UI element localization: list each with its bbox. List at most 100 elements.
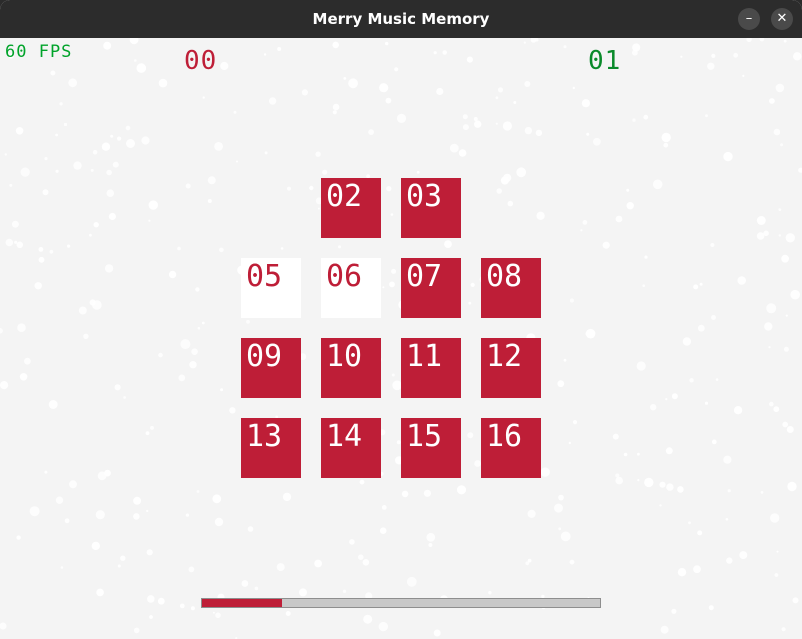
- snowflake: [133, 627, 140, 634]
- tile-14[interactable]: 14: [321, 418, 381, 478]
- snowflake: [793, 52, 802, 61]
- snowflake: [4, 153, 8, 156]
- tile-03[interactable]: 03: [401, 178, 461, 238]
- snowflake: [416, 170, 420, 174]
- snowflake: [16, 241, 24, 249]
- snowflake: [632, 118, 636, 122]
- snowflake: [626, 202, 634, 210]
- tile-09[interactable]: 09: [241, 338, 301, 398]
- snowflake: [202, 96, 205, 99]
- snowflake: [195, 287, 200, 292]
- tile-10[interactable]: 10: [321, 338, 381, 398]
- tile-12[interactable]: 12: [481, 338, 541, 398]
- tile-02[interactable]: 02: [321, 178, 381, 238]
- snowflake: [16, 535, 21, 540]
- snowflake: [433, 51, 437, 55]
- snowflake: [197, 326, 201, 330]
- snowflake: [697, 324, 705, 332]
- snowflake: [157, 597, 165, 605]
- tile-16[interactable]: 16: [481, 418, 541, 478]
- snowflake: [711, 53, 716, 58]
- snowflake: [20, 167, 30, 177]
- snowflake: [569, 559, 575, 565]
- snowflake: [314, 559, 322, 568]
- snowflake: [699, 282, 703, 286]
- snowflake: [125, 125, 131, 131]
- snowflake: [379, 527, 387, 534]
- snowflake: [363, 614, 373, 624]
- snowflake: [379, 83, 389, 93]
- snowflake: [385, 41, 389, 46]
- snowflake: [104, 469, 111, 477]
- snowflake: [280, 247, 284, 250]
- snowflake: [247, 526, 254, 532]
- snowflake: [643, 114, 649, 120]
- snowflake: [401, 490, 409, 498]
- snowflake: [207, 176, 216, 185]
- snowflake: [602, 241, 610, 249]
- snowflake: [191, 348, 198, 356]
- snowflake: [560, 531, 571, 542]
- snowflake: [158, 352, 163, 358]
- snowflake: [276, 563, 285, 572]
- snowflake: [285, 611, 291, 616]
- snowflake: [120, 555, 126, 561]
- fps-counter: 60 FPS: [5, 42, 73, 62]
- snowflake: [90, 168, 94, 172]
- snowflake: [158, 78, 168, 88]
- snowflake: [524, 81, 531, 87]
- tile-06[interactable]: 06: [321, 258, 381, 318]
- snowflake: [126, 139, 135, 148]
- tile-05[interactable]: 05: [241, 258, 301, 318]
- tile-07[interactable]: 07: [401, 258, 461, 318]
- snowflake: [456, 485, 467, 495]
- snowflake: [725, 518, 729, 521]
- snowflake: [133, 496, 142, 505]
- snowflake: [219, 247, 224, 253]
- tile-13[interactable]: 13: [241, 418, 301, 478]
- tile-11[interactable]: 11: [401, 338, 461, 398]
- snowflake: [17, 323, 26, 333]
- title-bar[interactable]: Merry Music Memory – ✕: [0, 0, 802, 38]
- snowflake: [436, 87, 444, 96]
- tile-08[interactable]: 08: [481, 258, 541, 318]
- snowflake: [558, 527, 562, 531]
- snowflake: [136, 63, 147, 73]
- player1-score: 00: [184, 46, 218, 76]
- tile-15[interactable]: 15: [401, 418, 461, 478]
- snowflake: [114, 384, 121, 391]
- snowflake: [287, 186, 291, 191]
- snowflake: [129, 38, 139, 45]
- snowflake: [220, 388, 224, 392]
- snowflake: [89, 299, 96, 306]
- snowflake: [180, 339, 191, 350]
- snowflake: [332, 110, 337, 115]
- snowflake: [723, 455, 732, 464]
- snowflake: [711, 315, 716, 320]
- snowflake: [782, 421, 789, 428]
- snowflake: [507, 200, 514, 207]
- snowflake: [95, 510, 105, 520]
- close-button[interactable]: ✕: [771, 8, 793, 30]
- snowflake: [254, 586, 259, 591]
- snowflake: [110, 134, 114, 138]
- snowflake: [299, 588, 307, 597]
- snowflake: [50, 70, 56, 76]
- minimize-button[interactable]: –: [738, 8, 760, 30]
- snowflake: [462, 114, 468, 120]
- snowflake: [776, 550, 779, 553]
- snowflake: [112, 161, 119, 168]
- snowflake: [148, 219, 151, 222]
- game-window: Merry Music Memory – ✕ 60 FPS 00 01 02 0…: [0, 0, 802, 639]
- snowflake: [516, 167, 527, 178]
- snowflake: [769, 401, 774, 407]
- snowflake: [787, 481, 797, 492]
- snowflake: [615, 215, 623, 223]
- snowflake: [623, 452, 628, 457]
- snowflake: [558, 494, 564, 501]
- snowflake: [338, 245, 341, 249]
- snowflake: [671, 393, 678, 400]
- snowflake: [9, 183, 13, 187]
- snowflake: [343, 77, 347, 80]
- snowflake: [55, 133, 58, 137]
